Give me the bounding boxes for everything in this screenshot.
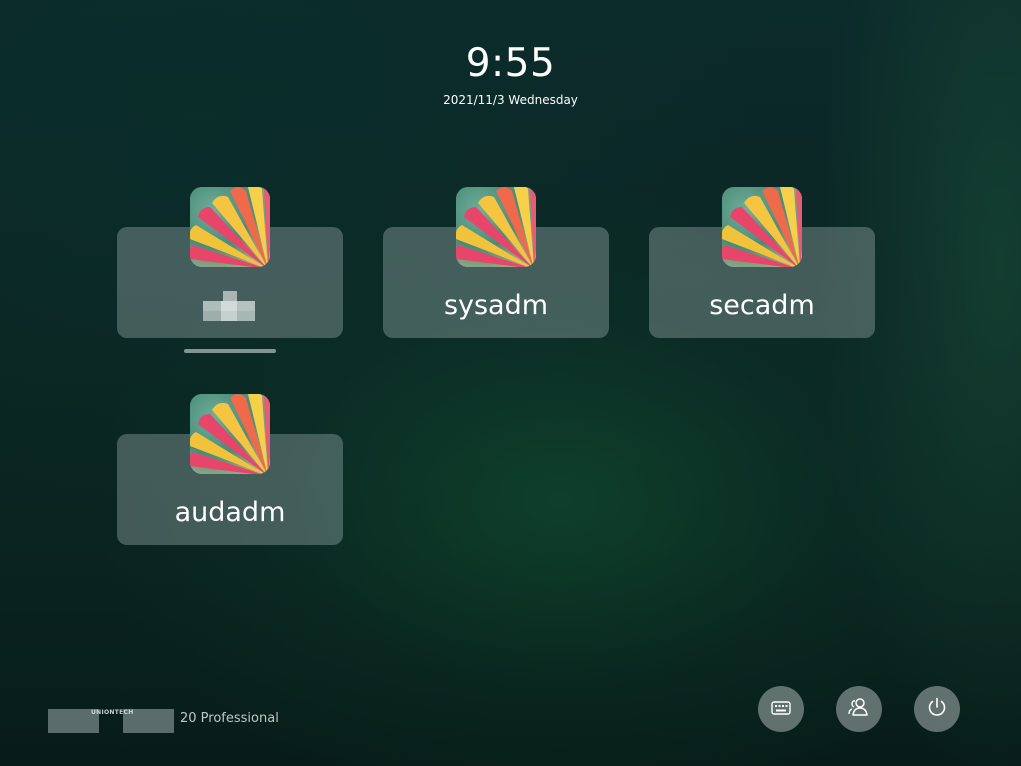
users-icon	[848, 697, 870, 721]
power-button[interactable]	[914, 686, 960, 732]
current-user-indicator	[184, 349, 276, 353]
username-label: audadm	[174, 497, 286, 528]
switch-user-button[interactable]	[836, 686, 882, 732]
clock-date: 2021/11/3 Wednesday	[443, 93, 578, 107]
username-label: sysadm	[443, 290, 549, 321]
os-edition-label: 20 Professional	[180, 711, 279, 726]
obscured-username	[203, 291, 255, 323]
keyboard-layout-button[interactable]	[758, 686, 804, 732]
flower-avatar-icon[interactable]	[456, 187, 536, 267]
flower-avatar-icon[interactable]	[190, 187, 270, 267]
flower-avatar-icon[interactable]	[190, 394, 270, 474]
clock-time: 9:55	[465, 41, 556, 86]
os-logo-text: UNIONTECH	[91, 709, 134, 716]
flower-avatar-icon[interactable]	[722, 187, 802, 267]
keyboard-icon	[771, 700, 791, 719]
power-icon	[926, 696, 948, 722]
username-label: secadm	[709, 290, 815, 321]
